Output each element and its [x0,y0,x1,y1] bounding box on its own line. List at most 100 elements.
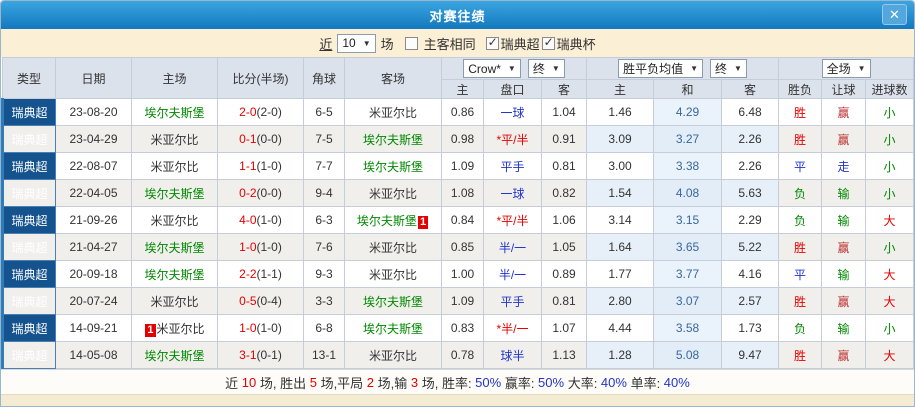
team-name: 米亚尔比 [369,268,417,282]
avg-draw-cell: 3.07 [654,288,722,315]
team-name: 米亚尔比 [369,349,417,363]
handicap-result-value: 赢 [838,349,850,363]
crown-home-odds-cell: 0.84 [442,207,484,234]
avg-source-select[interactable]: 胜平负均值 ▼ [618,59,703,78]
odds-source-select[interactable]: Crow* ▼ [463,59,521,78]
avg-away-cell: 1.73 [722,315,779,342]
result-value: 负 [794,187,806,201]
crown-home-odds-cell: 0.86 [442,99,484,126]
league-cell: 瑞典超 [3,99,56,126]
avg-draw-cell: 4.08 [654,180,722,207]
fulltime-score: 1-0 [239,240,256,254]
goals-cell: 小 [866,99,914,126]
halftime-score: (1-0) [257,240,282,254]
crown-home-odds-cell: 0.83 [442,315,484,342]
date-cell: 21-04-27 [56,234,132,261]
halftime-score: (0-0) [257,186,282,200]
match-row: 瑞典超 21-09-26 米亚尔比 4-0(1-0) 6-3 埃尔夫斯堡1 0.… [3,207,914,234]
handicap-value: 球半 [500,349,524,363]
summary-segment: 近 [225,373,242,392]
avg-home-cell: 1.28 [587,342,654,369]
date-cell: 14-05-08 [56,342,132,369]
goals-value: 小 [884,187,896,201]
summary-segment: 40% [664,375,690,390]
team-name: 米亚尔比 [150,160,198,174]
goals-value: 小 [884,160,896,174]
summary-segment: 2 [367,375,374,390]
result-value: 胜 [794,106,806,120]
close-icon[interactable]: ✕ [882,4,907,25]
score-cell: 3-1(0-1) [218,342,304,369]
handicap-cell: 半/一 [484,261,542,288]
odds-time-select-1[interactable]: 终 ▼ [528,59,565,78]
same-venue-checkbox[interactable] [405,37,418,50]
handicap-result-value: 赢 [838,295,850,309]
result-value: 胜 [794,349,806,363]
crown-home-odds-cell: 0.85 [442,234,484,261]
league-super-checkbox[interactable] [486,37,499,50]
col-handicap: 盘口 [484,80,542,99]
summary-segment: 场, 胜率: [418,373,475,392]
date-cell: 23-08-20 [56,99,132,126]
handicap-result-value: 输 [838,322,850,336]
avg-away-cell: 2.26 [722,126,779,153]
score-cell: 0-2(0-0) [218,180,304,207]
league-cell: 瑞典超 [3,261,56,288]
away-team-cell: 埃尔夫斯堡 [345,315,442,342]
odds-time-select-2[interactable]: 终 ▼ [710,59,747,78]
crown-home-odds-cell: 0.78 [442,342,484,369]
result-cell: 负 [779,180,822,207]
avg-draw-cell: 4.29 [654,99,722,126]
scope-select[interactable]: 全场 ▼ [822,59,871,78]
league-cell: 瑞典超 [3,315,56,342]
league-cell: 瑞典超 [3,342,56,369]
team-name: 米亚尔比 [369,241,417,255]
avg-draw-cell: 3.58 [654,315,722,342]
goals-cell: 大 [866,261,914,288]
recent-link[interactable]: 近 [319,34,332,53]
handicap-result-value: 输 [838,187,850,201]
corners-cell: 6-8 [304,315,345,342]
titlebar: 对赛往绩 ✕ [1,1,914,29]
summary-segment: 5 [310,375,317,390]
score-cell: 4-0(1-0) [218,207,304,234]
date-cell: 20-09-18 [56,261,132,288]
date-cell: 22-08-07 [56,153,132,180]
avg-draw-cell: 3.15 [654,207,722,234]
corners-cell: 7-5 [304,126,345,153]
match-row: 瑞典超 14-09-21 1米亚尔比 1-0(1-0) 6-8 埃尔夫斯堡 0.… [3,315,914,342]
league-cup-checkbox[interactable] [542,37,555,50]
away-team-cell: 米亚尔比 [345,234,442,261]
away-team-cell: 埃尔夫斯堡 [345,288,442,315]
score-cell: 2-2(1-1) [218,261,304,288]
crown-away-odds-cell: 1.07 [542,315,587,342]
goals-cell: 小 [866,234,914,261]
score-cell: 1-0(1-0) [218,234,304,261]
goals-value: 大 [884,349,896,363]
goals-value: 小 [884,241,896,255]
team-name: 米亚尔比 [150,214,198,228]
crown-away-odds-cell: 0.82 [542,180,587,207]
chevron-down-icon: ▼ [734,64,742,73]
crown-home-odds-cell: 1.09 [442,153,484,180]
summary-segment: 赢率: [501,373,538,392]
match-count-select[interactable]: 10 ▼ [337,34,375,53]
corners-cell: 7-6 [304,234,345,261]
summary-segment: 场, 胜出 [256,373,309,392]
handicap-result-cell: 赢 [822,342,866,369]
corners-cell: 9-3 [304,261,345,288]
team-name: 埃尔夫斯堡 [363,160,423,174]
chevron-down-icon: ▼ [363,39,371,48]
handicap-result-cell: 输 [822,180,866,207]
halftime-score: (0-0) [257,132,282,146]
home-team-cell: 1米亚尔比 [132,315,218,342]
avg-home-cell: 1.64 [587,234,654,261]
avg-away-cell: 2.57 [722,288,779,315]
fulltime-score: 2-0 [239,105,256,119]
handicap-value: 平手 [500,160,524,174]
league-cup-label: 瑞典杯 [557,34,596,53]
match-row: 瑞典超 14-05-08 埃尔夫斯堡 3-1(0-1) 13-1 米亚尔比 0.… [3,342,914,369]
crown-away-odds-cell: 1.13 [542,342,587,369]
crown-away-odds-cell: 0.91 [542,126,587,153]
col-home: 主场 [132,58,218,99]
